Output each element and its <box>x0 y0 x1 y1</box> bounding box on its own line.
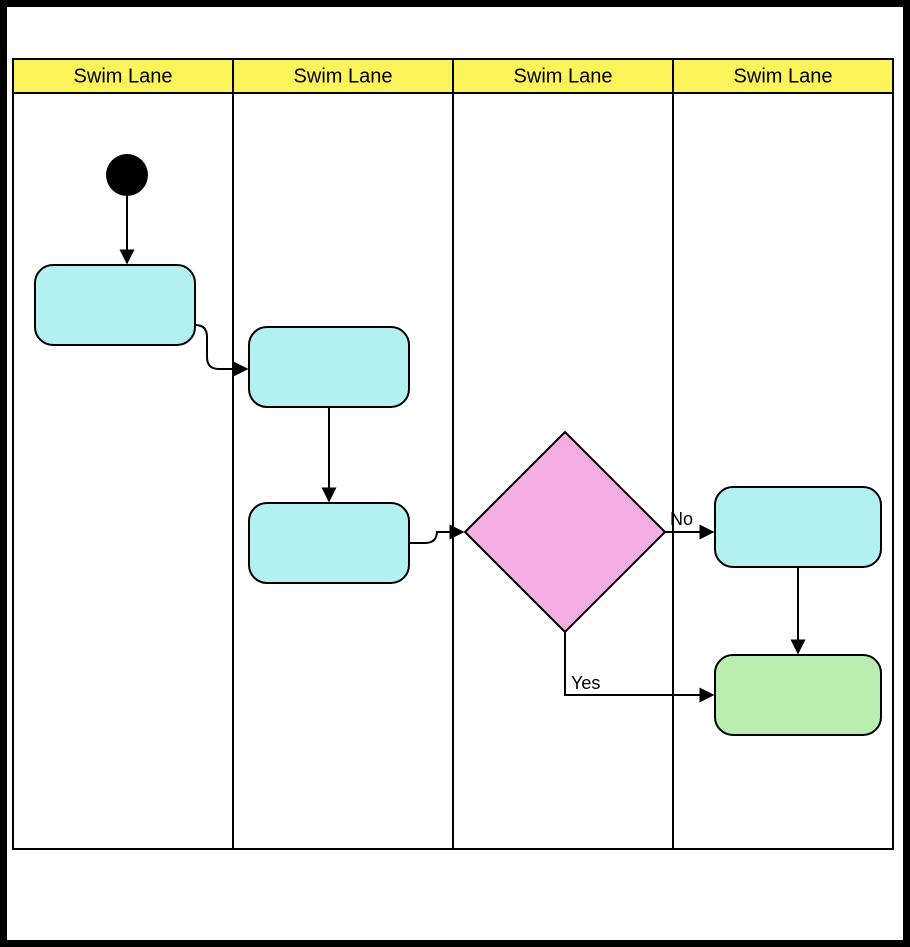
edge-label-no: No <box>670 509 693 529</box>
activity-4[interactable] <box>715 487 881 567</box>
start-node[interactable] <box>106 154 148 196</box>
lane-4-label: Swim Lane <box>734 65 833 87</box>
lane-3-label: Swim Lane <box>514 65 613 87</box>
swimlane-diagram: Swim Lane Swim Lane Swim Lane Swim Lane … <box>7 7 903 940</box>
activity-1[interactable] <box>35 265 195 345</box>
lane-1-label: Swim Lane <box>74 65 173 87</box>
edge-label-yes: Yes <box>571 673 600 693</box>
activity-5[interactable] <box>715 655 881 735</box>
activity-3[interactable] <box>249 503 409 583</box>
diagram-frame: Swim Lane Swim Lane Swim Lane Swim Lane … <box>0 0 910 947</box>
activity-2[interactable] <box>249 327 409 407</box>
lane-2-label: Swim Lane <box>294 65 393 87</box>
